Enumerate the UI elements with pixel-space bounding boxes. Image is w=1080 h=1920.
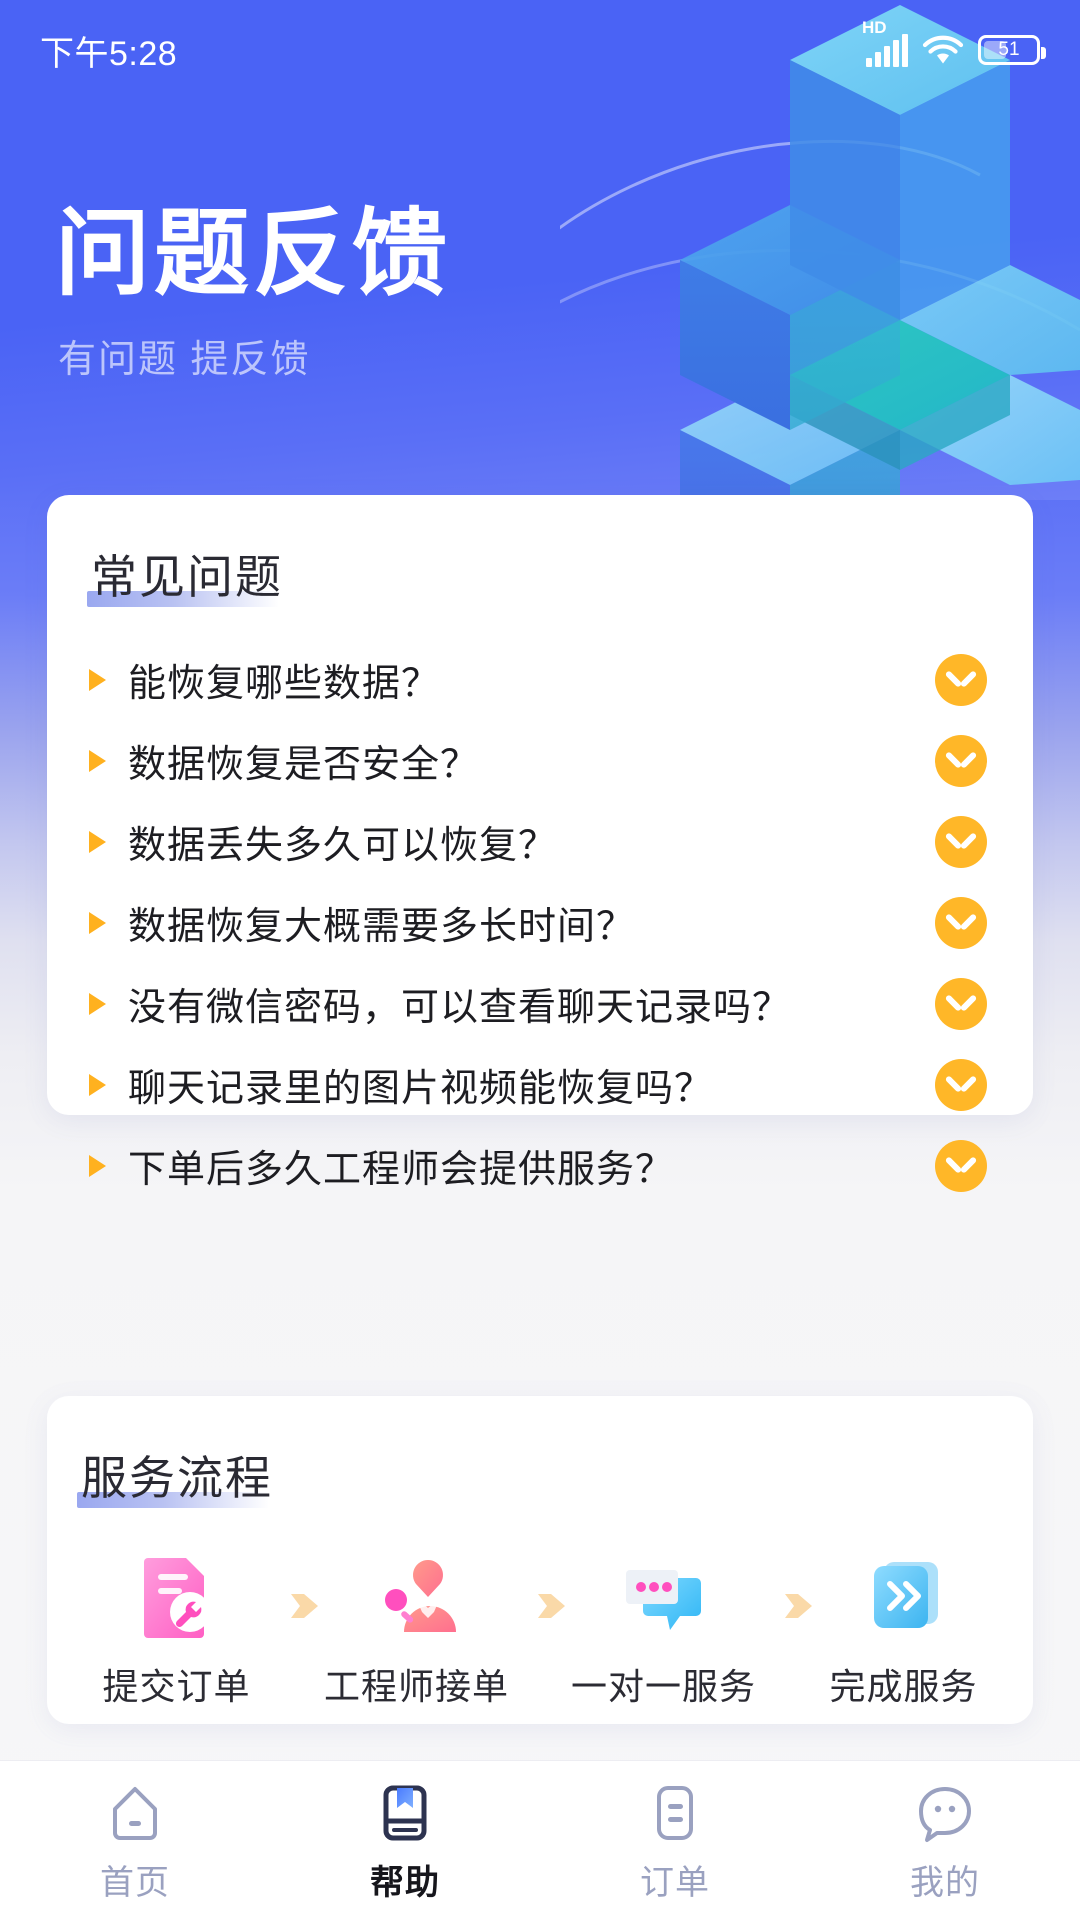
tab-profile[interactable]: 我的 — [810, 1761, 1080, 1904]
chevron-down-icon[interactable] — [935, 816, 987, 868]
faq-item-left: 数据恢复大概需要多长时间？ — [89, 895, 935, 950]
faq-item-left: 下单后多久工程师会提供服务？ — [89, 1138, 935, 1193]
chevron-down-icon[interactable] — [935, 897, 987, 949]
profile-chat-icon — [915, 1783, 975, 1843]
wifi-icon — [922, 34, 964, 66]
tab-home[interactable]: 首页 — [0, 1761, 270, 1904]
triangle-bullet-icon — [89, 750, 106, 772]
flow-step-label: 工程师接单 — [324, 1658, 509, 1710]
order-list-icon — [645, 1783, 705, 1843]
flow-step-label: 一对一服务 — [571, 1658, 756, 1710]
status-icons: HD 51 — [864, 34, 1040, 67]
status-time: 下午5:28 — [40, 26, 177, 75]
hd-label: HD — [862, 18, 887, 38]
tab-orders[interactable]: 订单 — [540, 1761, 810, 1904]
book-help-icon — [375, 1783, 435, 1843]
triangle-bullet-icon — [89, 831, 106, 853]
status-bar: 下午5:28 HD 51 — [0, 0, 1080, 100]
flow-section-title: 服务流程 — [77, 1442, 277, 1510]
home-icon — [105, 1783, 165, 1843]
faq-question: 聊天记录里的图片视频能恢复吗？ — [128, 1057, 713, 1112]
faq-item[interactable]: 能恢复哪些数据？ — [87, 639, 993, 720]
tab-label: 我的 — [910, 1855, 980, 1904]
flow-step-complete-service: 完成服务 — [818, 1550, 989, 1710]
chevron-down-icon[interactable] — [935, 654, 987, 706]
tab-label: 首页 — [100, 1855, 170, 1904]
faq-section-title: 常见问题 — [87, 541, 287, 609]
chat-bubble-icon — [618, 1550, 710, 1642]
arrow-right-icon — [509, 1560, 571, 1652]
triangle-bullet-icon — [89, 912, 106, 934]
hero-banner: 下午5:28 HD 51 问题反馈 有 — [0, 0, 1080, 500]
faq-item[interactable]: 下单后多久工程师会提供服务？ — [87, 1125, 993, 1206]
triangle-bullet-icon — [89, 669, 106, 691]
bottom-tab-bar: 首页 帮助 订单 — [0, 1760, 1080, 1920]
faq-list: 能恢复哪些数据？ 数据恢复是否安全？ 数据丢失多久可以恢复？ — [87, 639, 993, 1206]
faq-question: 数据恢复是否安全？ — [128, 733, 479, 788]
service-flow-card: 服务流程 提交订单 — [47, 1396, 1033, 1724]
battery-icon: 51 — [978, 35, 1040, 65]
chevron-down-icon[interactable] — [935, 978, 987, 1030]
triangle-bullet-icon — [89, 1155, 106, 1177]
engineer-person-icon — [370, 1550, 462, 1642]
arrow-right-icon — [756, 1560, 818, 1652]
battery-level: 51 — [998, 39, 1019, 61]
faq-item[interactable]: 数据恢复是否安全？ — [87, 720, 993, 801]
triangle-bullet-icon — [89, 993, 106, 1015]
faq-question: 数据丢失多久可以恢复？ — [128, 814, 557, 869]
triangle-bullet-icon — [89, 1074, 106, 1096]
faq-card: 常见问题 能恢复哪些数据？ 数据恢复是否安全？ 数据丢失多久 — [47, 495, 1033, 1115]
faq-item[interactable]: 数据恢复大概需要多长时间？ — [87, 882, 993, 963]
faq-item[interactable]: 数据丢失多久可以恢复？ — [87, 801, 993, 882]
faq-question: 没有微信密码，可以查看聊天记录吗？ — [128, 976, 791, 1031]
faq-item-left: 能恢复哪些数据？ — [89, 652, 935, 707]
flow-step-label: 完成服务 — [830, 1658, 978, 1710]
signal-bars-icon: HD — [864, 34, 908, 67]
double-chevron-card-icon — [858, 1550, 950, 1642]
page-subtitle: 有问题 提反馈 — [58, 328, 311, 383]
service-flow-steps: 提交订单 — [77, 1550, 1003, 1710]
arrow-right-icon — [262, 1560, 324, 1652]
faq-item-left: 没有微信密码，可以查看聊天记录吗？ — [89, 976, 935, 1031]
document-wrench-icon — [130, 1550, 222, 1642]
tab-help[interactable]: 帮助 — [270, 1761, 540, 1904]
faq-item[interactable]: 没有微信密码，可以查看聊天记录吗？ — [87, 963, 993, 1044]
page-title: 问题反馈 — [55, 205, 451, 305]
flow-step-engineer-accept: 工程师接单 — [324, 1550, 509, 1710]
faq-question: 能恢复哪些数据？ — [128, 652, 440, 707]
tab-label: 订单 — [640, 1855, 710, 1904]
tab-label: 帮助 — [370, 1855, 440, 1904]
chevron-down-icon[interactable] — [935, 1059, 987, 1111]
app-root: 下午5:28 HD 51 问题反馈 有 — [0, 0, 1080, 1920]
faq-question: 数据恢复大概需要多长时间？ — [128, 895, 635, 950]
signal-bars — [866, 34, 908, 67]
flow-step-one-on-one-service: 一对一服务 — [571, 1550, 756, 1710]
chevron-down-icon[interactable] — [935, 735, 987, 787]
faq-item-left: 聊天记录里的图片视频能恢复吗？ — [89, 1057, 935, 1112]
chevron-down-icon[interactable] — [935, 1140, 987, 1192]
faq-question: 下单后多久工程师会提供服务？ — [128, 1138, 674, 1193]
faq-item[interactable]: 聊天记录里的图片视频能恢复吗？ — [87, 1044, 993, 1125]
flow-step-submit-order: 提交订单 — [91, 1550, 262, 1710]
faq-item-left: 数据丢失多久可以恢复？ — [89, 814, 935, 869]
faq-item-left: 数据恢复是否安全？ — [89, 733, 935, 788]
flow-step-label: 提交订单 — [102, 1658, 250, 1710]
